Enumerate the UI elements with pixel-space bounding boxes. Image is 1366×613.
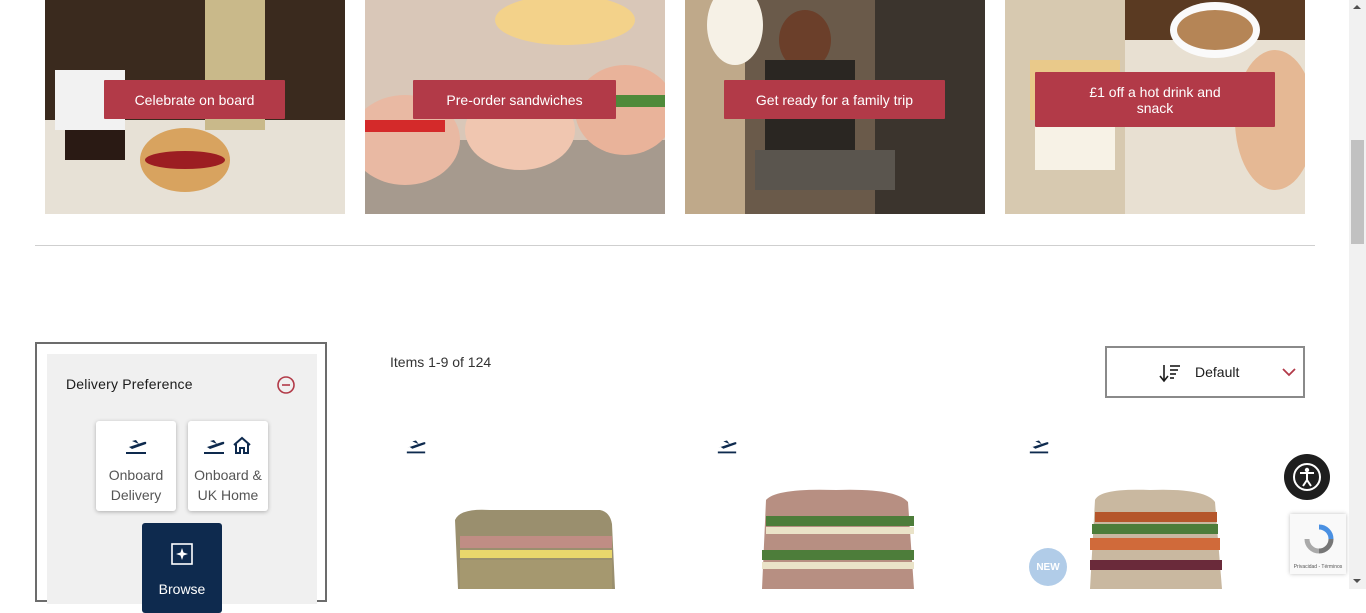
onboard-plane-icon: [717, 440, 737, 454]
section-divider: [35, 245, 1315, 246]
promo-tile-sandwiches[interactable]: Pre-order sandwiches: [365, 0, 665, 214]
scrollbar-thumb[interactable]: [1351, 140, 1364, 244]
new-badge: NEW: [1029, 548, 1067, 586]
chevron-down-icon: [1282, 368, 1296, 377]
browse-label: Browse: [158, 581, 206, 597]
sort-icon: [1159, 365, 1180, 383]
delivery-preference-title: Delivery Preference: [66, 376, 193, 392]
home-icon: [233, 436, 251, 454]
browse-button[interactable]: Browse: [142, 523, 222, 613]
scroll-down-icon[interactable]: [1352, 577, 1362, 585]
promo-button[interactable]: £1 off a hot drink and snack: [1035, 72, 1275, 127]
sort-selected-value: Default: [1195, 364, 1240, 380]
promo-button[interactable]: Get ready for a family trip: [724, 80, 945, 119]
promo-button[interactable]: Pre-order sandwiches: [413, 80, 616, 119]
product-image-sandwich[interactable]: [430, 480, 650, 589]
promo-tile-celebrate[interactable]: Celebrate on board: [45, 0, 345, 214]
promo-button-label: £1 off a hot drink and snack: [1089, 83, 1221, 116]
recaptcha-icon: [1304, 524, 1334, 554]
accessibility-button[interactable]: [1284, 454, 1330, 500]
promo-tile-family-trip[interactable]: Get ready for a family trip: [685, 0, 985, 214]
onboard-plane-icon: [406, 440, 426, 454]
items-count: Items 1-9 of 124: [390, 354, 492, 370]
sort-dropdown[interactable]: Default: [1105, 346, 1305, 398]
promo-tile-hot-drink[interactable]: £1 off a hot drink and snack: [1005, 0, 1305, 214]
onboard-plane-icon: [1029, 440, 1049, 454]
plane-takeoff-icon: [204, 440, 225, 454]
page-scrollbar[interactable]: [1349, 0, 1366, 589]
product-image-sandwich[interactable]: [1040, 480, 1260, 589]
recaptcha-terms[interactable]: Privacidad - Términos: [1290, 564, 1346, 570]
onboard-delivery-button[interactable]: Onboard Delivery: [96, 421, 176, 511]
collapse-minus-icon[interactable]: [277, 376, 295, 394]
plane-takeoff-icon: [126, 440, 147, 454]
browse-icon: [171, 543, 193, 565]
onboard-uk-home-button[interactable]: Onboard & UK Home: [188, 421, 268, 511]
onboard-uk-home-label: Onboard & UK Home: [194, 467, 262, 503]
onboard-delivery-label: Onboard Delivery: [108, 467, 164, 503]
promo-button[interactable]: Celebrate on board: [104, 80, 285, 119]
recaptcha-badge[interactable]: Privacidad - Términos: [1290, 514, 1346, 574]
product-image-sandwich[interactable]: [726, 480, 946, 589]
scroll-up-icon[interactable]: [1352, 3, 1362, 11]
accessibility-icon: [1293, 463, 1321, 491]
